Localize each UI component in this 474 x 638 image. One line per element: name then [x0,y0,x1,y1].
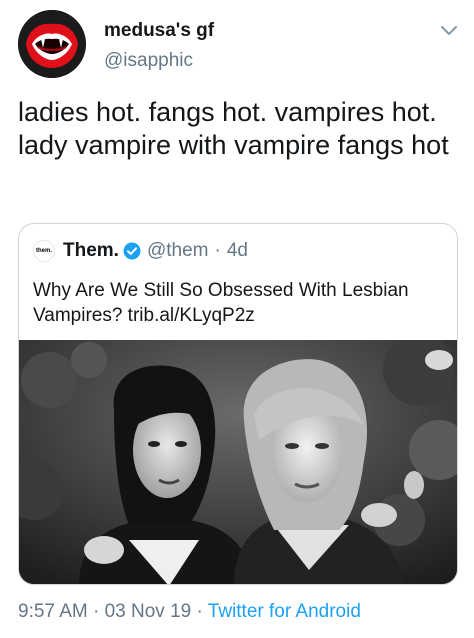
tweet-date[interactable]: 03 Nov 19 [105,601,192,622]
tweet-text: ladies hot. fangs hot. vampires hot. lad… [18,97,449,160]
quoted-text: Why Are We Still So Obsessed With Lesbia… [33,280,409,326]
tweet-source-link[interactable]: Twitter for Android [208,601,361,622]
quoted-tweet[interactable]: them. Them. @them · 4d Why Are We Still … [18,223,458,585]
quoted-photo[interactable] [19,334,457,584]
quoted-tweet-header: them. Them. @them · 4d [33,238,248,264]
verified-badge-icon [123,242,141,260]
tweet-time[interactable]: 9:57 AM [18,601,88,622]
tweet-header: medusa's gf @isapphic [18,10,458,80]
vampire-mouth-icon [18,10,86,78]
quoted-age[interactable]: 4d [227,240,248,262]
quoted-separator: · [214,240,221,261]
tweet-footer: 9:57 AM · 03 Nov 19 · Twitter for Androi… [18,601,361,623]
user-handle[interactable]: @isapphic [104,50,193,72]
footer-dot: · [196,601,203,622]
chevron-down-icon[interactable] [440,24,458,38]
quoted-handle[interactable]: @them [147,240,209,262]
quoted-display-name[interactable]: Them. [63,240,119,262]
quoted-avatar[interactable]: them. [33,240,55,262]
footer-dot: · [93,601,100,622]
photo-two-women [19,334,457,584]
user-display-name[interactable]: medusa's gf [104,20,214,42]
user-avatar[interactable] [18,10,86,78]
